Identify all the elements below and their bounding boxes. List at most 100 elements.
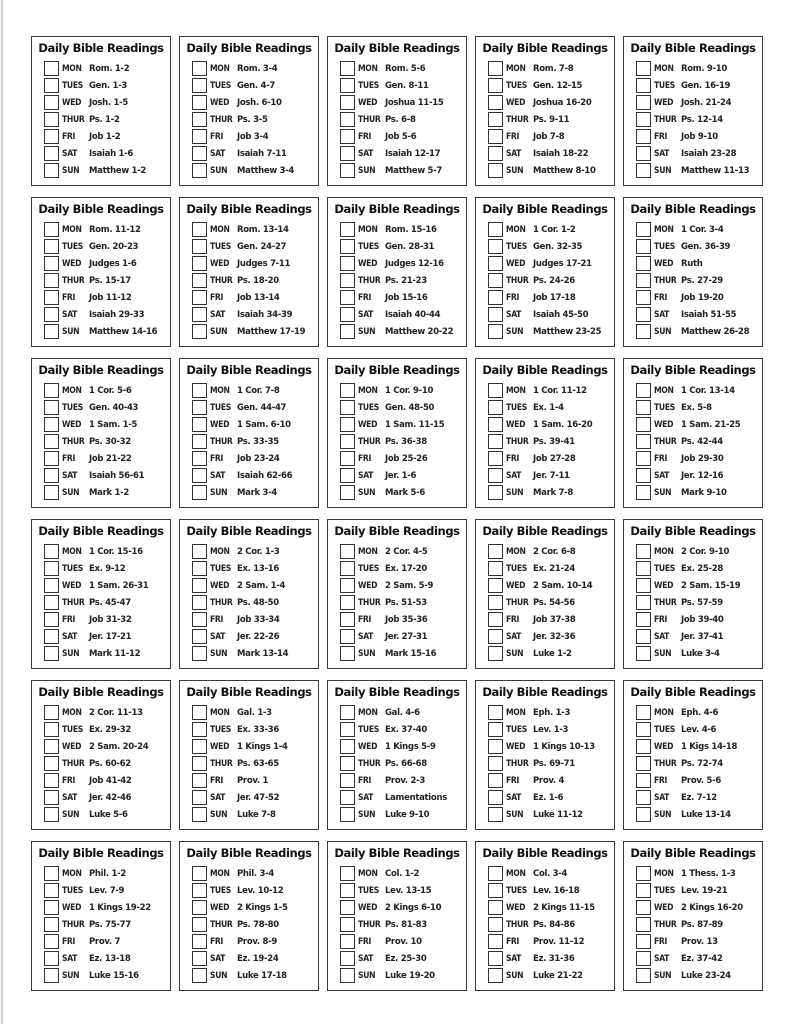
checkbox-fri[interactable] [488, 451, 503, 466]
checkbox-wed[interactable] [44, 95, 59, 110]
checkbox-wed[interactable] [488, 417, 503, 432]
checkbox-wed[interactable] [192, 900, 207, 915]
checkbox-thur[interactable] [636, 434, 651, 449]
checkbox-wed[interactable] [192, 95, 207, 110]
checkbox-wed[interactable] [44, 739, 59, 754]
checkbox-sat[interactable] [340, 146, 355, 161]
checkbox-sun[interactable] [340, 968, 355, 983]
checkbox-sun[interactable] [488, 324, 503, 339]
checkbox-sat[interactable] [636, 629, 651, 644]
checkbox-thur[interactable] [192, 595, 207, 610]
checkbox-fri[interactable] [192, 129, 207, 144]
checkbox-tues[interactable] [636, 561, 651, 576]
checkbox-sat[interactable] [488, 146, 503, 161]
checkbox-sat[interactable] [44, 307, 59, 322]
checkbox-sat[interactable] [636, 307, 651, 322]
checkbox-fri[interactable] [192, 451, 207, 466]
checkbox-thur[interactable] [192, 917, 207, 932]
checkbox-thur[interactable] [340, 917, 355, 932]
checkbox-fri[interactable] [488, 773, 503, 788]
checkbox-tues[interactable] [636, 400, 651, 415]
checkbox-mon[interactable] [340, 61, 355, 76]
checkbox-wed[interactable] [340, 739, 355, 754]
checkbox-thur[interactable] [340, 434, 355, 449]
checkbox-sun[interactable] [44, 968, 59, 983]
checkbox-sat[interactable] [44, 951, 59, 966]
checkbox-fri[interactable] [340, 129, 355, 144]
checkbox-wed[interactable] [44, 256, 59, 271]
checkbox-tues[interactable] [192, 239, 207, 254]
checkbox-sat[interactable] [44, 629, 59, 644]
checkbox-sun[interactable] [636, 485, 651, 500]
checkbox-thur[interactable] [340, 273, 355, 288]
checkbox-mon[interactable] [44, 544, 59, 559]
checkbox-fri[interactable] [340, 773, 355, 788]
checkbox-sun[interactable] [192, 807, 207, 822]
checkbox-sat[interactable] [488, 790, 503, 805]
checkbox-mon[interactable] [636, 222, 651, 237]
checkbox-thur[interactable] [192, 112, 207, 127]
checkbox-thur[interactable] [44, 273, 59, 288]
checkbox-sun[interactable] [340, 646, 355, 661]
checkbox-fri[interactable] [488, 290, 503, 305]
checkbox-mon[interactable] [192, 544, 207, 559]
checkbox-sat[interactable] [340, 951, 355, 966]
checkbox-thur[interactable] [192, 273, 207, 288]
checkbox-thur[interactable] [192, 434, 207, 449]
checkbox-fri[interactable] [340, 934, 355, 949]
checkbox-sat[interactable] [192, 629, 207, 644]
checkbox-mon[interactable] [636, 866, 651, 881]
checkbox-wed[interactable] [340, 417, 355, 432]
checkbox-fri[interactable] [636, 612, 651, 627]
checkbox-tues[interactable] [488, 400, 503, 415]
checkbox-sun[interactable] [192, 324, 207, 339]
checkbox-thur[interactable] [44, 917, 59, 932]
checkbox-sat[interactable] [192, 951, 207, 966]
checkbox-sun[interactable] [192, 485, 207, 500]
checkbox-thur[interactable] [340, 756, 355, 771]
checkbox-tues[interactable] [44, 722, 59, 737]
checkbox-fri[interactable] [44, 451, 59, 466]
checkbox-wed[interactable] [44, 900, 59, 915]
checkbox-tues[interactable] [44, 883, 59, 898]
checkbox-tues[interactable] [44, 239, 59, 254]
checkbox-thur[interactable] [44, 112, 59, 127]
checkbox-sat[interactable] [340, 468, 355, 483]
checkbox-fri[interactable] [44, 773, 59, 788]
checkbox-mon[interactable] [488, 866, 503, 881]
checkbox-fri[interactable] [340, 290, 355, 305]
checkbox-tues[interactable] [192, 78, 207, 93]
checkbox-sat[interactable] [636, 790, 651, 805]
checkbox-mon[interactable] [488, 222, 503, 237]
checkbox-wed[interactable] [488, 739, 503, 754]
checkbox-tues[interactable] [340, 722, 355, 737]
checkbox-fri[interactable] [192, 612, 207, 627]
checkbox-sun[interactable] [44, 485, 59, 500]
checkbox-thur[interactable] [44, 756, 59, 771]
checkbox-sun[interactable] [488, 968, 503, 983]
checkbox-wed[interactable] [636, 578, 651, 593]
checkbox-tues[interactable] [488, 239, 503, 254]
checkbox-thur[interactable] [636, 917, 651, 932]
checkbox-fri[interactable] [44, 129, 59, 144]
checkbox-sat[interactable] [488, 307, 503, 322]
checkbox-tues[interactable] [192, 561, 207, 576]
checkbox-sun[interactable] [340, 485, 355, 500]
checkbox-mon[interactable] [44, 61, 59, 76]
checkbox-tues[interactable] [340, 239, 355, 254]
checkbox-tues[interactable] [340, 78, 355, 93]
checkbox-sun[interactable] [340, 324, 355, 339]
checkbox-sat[interactable] [488, 951, 503, 966]
checkbox-tues[interactable] [488, 883, 503, 898]
checkbox-tues[interactable] [340, 400, 355, 415]
checkbox-fri[interactable] [340, 451, 355, 466]
checkbox-sun[interactable] [488, 163, 503, 178]
checkbox-tues[interactable] [340, 561, 355, 576]
checkbox-mon[interactable] [192, 61, 207, 76]
checkbox-thur[interactable] [488, 595, 503, 610]
checkbox-mon[interactable] [488, 61, 503, 76]
checkbox-sat[interactable] [636, 951, 651, 966]
checkbox-wed[interactable] [340, 256, 355, 271]
checkbox-sat[interactable] [636, 468, 651, 483]
checkbox-sat[interactable] [44, 146, 59, 161]
